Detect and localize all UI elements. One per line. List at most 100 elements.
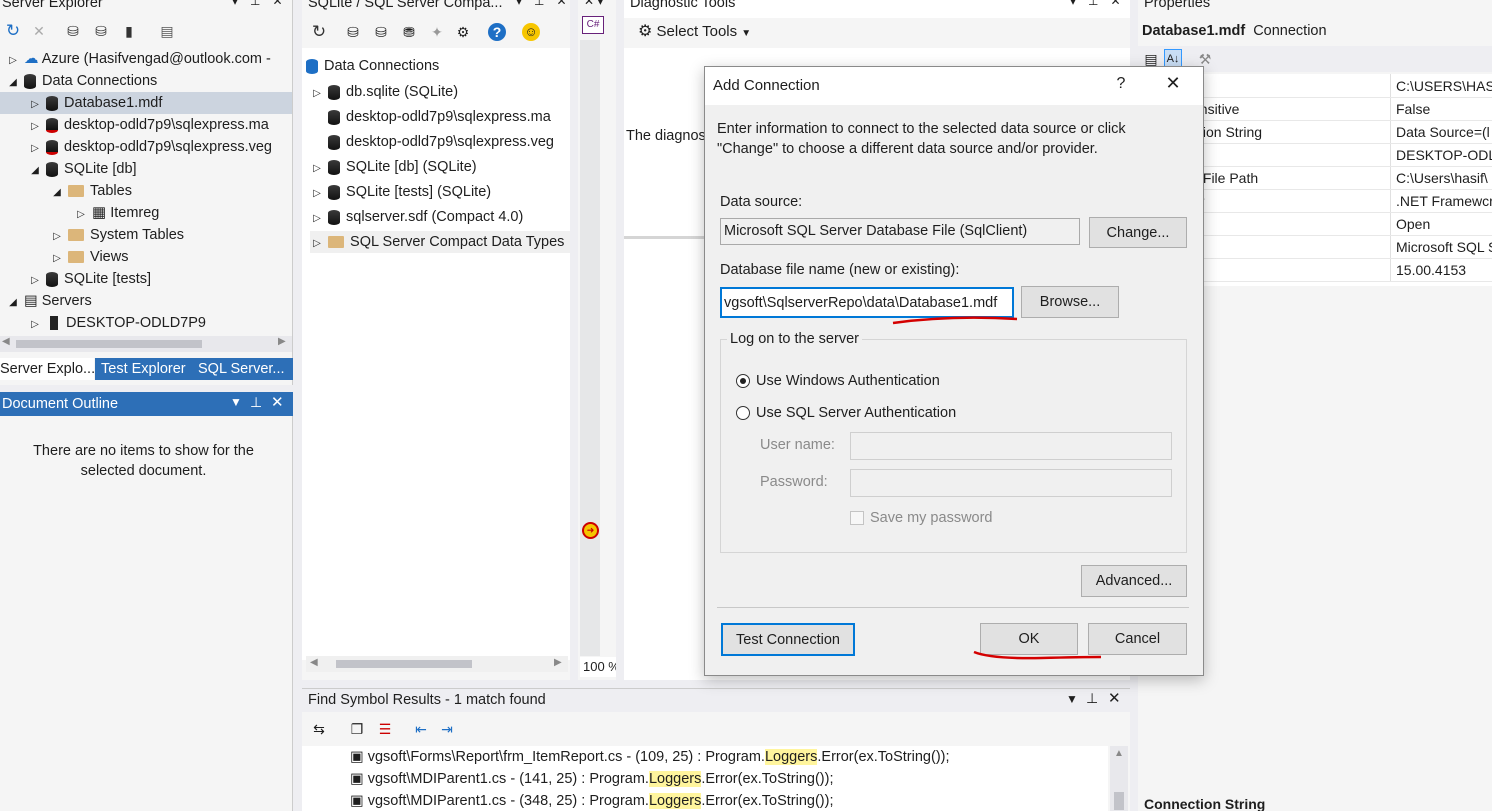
sqlite-item-sqlexpress-veg[interactable]: desktop-odld7p9\sqlexpress.veg (310, 131, 554, 153)
tree-root-data-connections[interactable]: Data Connections (306, 55, 439, 77)
smiley-icon[interactable]: ☺ (522, 23, 540, 41)
close-icon[interactable]: ✕ (1161, 73, 1185, 94)
sql-icon[interactable]: ⛃ (400, 23, 418, 41)
previous-icon[interactable]: ⇤ (412, 720, 430, 738)
pin-icon[interactable]: ⊥ (1086, 690, 1098, 707)
tree-item-database1[interactable]: ▷ Database1.mdf (0, 92, 292, 114)
sql-auth-radio[interactable]: Use SQL Server Authentication (736, 405, 956, 421)
stop-icon[interactable]: ✕ (30, 22, 48, 40)
select-tools-dropdown[interactable]: ⚙ Select Tools ▼ (638, 20, 751, 44)
tree-item-servers[interactable]: ◢ ▤ Servers (6, 290, 92, 312)
clear-icon[interactable]: ☰ (376, 720, 394, 738)
expand-arrow-icon[interactable]: ▷ (6, 50, 20, 72)
horizontal-scrollbar[interactable]: ◀ ▶ (0, 336, 292, 352)
tree-item-tables[interactable]: ◢ Tables (50, 180, 132, 202)
copy-icon[interactable]: ❐ (348, 720, 366, 738)
expand-arrow-icon[interactable]: ▷ (28, 270, 42, 292)
new-connection-icon[interactable]: ✦ (428, 23, 446, 41)
save-password-checkbox[interactable]: Save my password (850, 510, 993, 526)
sqlite-item-sqlite-db[interactable]: ▷ SQLite [db] (SQLite) (310, 156, 476, 180)
password-input[interactable] (850, 469, 1172, 497)
dropdown-icon[interactable]: ▼ (1066, 692, 1078, 706)
tree-item-data-connections[interactable]: ◢ Data Connections (6, 70, 157, 92)
sqlite-item-sqlserver-sdf[interactable]: ▷ sqlserver.sdf (Compact 4.0) (310, 206, 523, 228)
expand-arrow-icon[interactable]: ▷ (310, 208, 324, 230)
tree-item-sqlexpress-ma[interactable]: ▷ desktop-odld7p9\sqlexpress.ma (28, 114, 269, 136)
sqlite-item-compact-data-types[interactable]: ▷ SQL Server Compact Data Types (310, 231, 570, 253)
add-sqlite-icon[interactable]: ⛁ (344, 23, 362, 41)
expand-arrow-icon[interactable]: ▷ (28, 94, 42, 116)
scroll-right-icon[interactable]: ▶ (554, 657, 562, 668)
sql-auth-label: Use SQL Server Authentication (756, 405, 957, 421)
dropdown-icon[interactable]: ▼ (230, 395, 242, 409)
breakpoint-arrow-icon[interactable]: ➜ (582, 522, 599, 539)
sqlite-item-db-sqlite[interactable]: ▷ db.sqlite (SQLite) (310, 81, 458, 103)
scrollbar-thumb[interactable] (16, 340, 202, 348)
go-to-location-icon[interactable]: ⇆ (310, 720, 328, 738)
refresh-icon[interactable]: ↻ (4, 22, 22, 40)
scroll-right-icon[interactable]: ▶ (278, 336, 286, 347)
connect-server-icon[interactable]: ⛁ (92, 22, 110, 40)
collapse-arrow-icon[interactable]: ◢ (50, 182, 64, 204)
data-source-field[interactable]: Microsoft SQL Server Database File (SqlC… (720, 218, 1080, 245)
find-result-row[interactable]: ▣ vgsoft\Forms\Report\frm_ItemReport.cs -… (350, 746, 950, 768)
settings-gear-icon[interactable]: ⚙ (454, 23, 472, 41)
scrollbar-thumb[interactable] (336, 660, 472, 668)
properties-object-selector[interactable]: Database1.mdf Connection (1142, 20, 1327, 42)
scroll-left-icon[interactable]: ◀ (310, 657, 318, 668)
tree-item-desktop-server[interactable]: ▷ DESKTOP-ODLD7P9 (28, 312, 206, 334)
property-value: C:\Users\hasif\ (1396, 170, 1488, 186)
advanced-button[interactable]: Advanced... (1081, 565, 1187, 597)
tree-item-system-tables[interactable]: ▷ System Tables (50, 224, 184, 246)
tree-item-views[interactable]: ▷ Views (50, 246, 128, 268)
tree-item-sqlite-tests[interactable]: ▷ SQLite [tests] (28, 268, 151, 290)
expand-arrow-icon[interactable]: ▷ (310, 83, 324, 105)
windows-auth-radio[interactable]: Use Windows Authentication (736, 373, 940, 389)
refresh-icon[interactable]: ↻ (310, 23, 328, 41)
tab-test-explorer[interactable]: Test Explorer (95, 358, 193, 380)
expand-arrow-icon[interactable]: ▷ (28, 116, 42, 138)
find-result-row[interactable]: ▣ vgsoft\MDIParent1.cs - (141, 25) : Prog… (350, 768, 834, 790)
expand-arrow-icon[interactable]: ▷ (310, 183, 324, 205)
scroll-up-icon[interactable]: ▲ (1114, 748, 1124, 759)
alphabetical-icon[interactable]: A↓ (1164, 49, 1182, 67)
expand-arrow-icon[interactable]: ▷ (310, 158, 324, 180)
sqlite-item-sqlexpress-ma[interactable]: desktop-odld7p9\sqlexpress.ma (310, 106, 551, 128)
test-connection-button[interactable]: Test Connection (721, 623, 855, 656)
collapse-arrow-icon[interactable]: ◢ (6, 72, 20, 94)
add-sqlserver-icon[interactable]: ⛁ (372, 23, 390, 41)
connect-azure-icon[interactable]: ▮ (120, 22, 138, 40)
vertical-scrollbar[interactable]: ▲ (1110, 746, 1128, 811)
tree-item-azure[interactable]: ▷ ☁ Azure (Hasifvengad@outlook.com - (6, 48, 271, 70)
browse-button[interactable]: Browse... (1021, 286, 1119, 318)
user-name-input[interactable] (850, 432, 1172, 460)
horizontal-scrollbar[interactable]: ◀ ▶ (306, 656, 568, 672)
close-icon[interactable]: ✕ (271, 393, 284, 411)
change-button[interactable]: Change... (1089, 217, 1187, 248)
scroll-left-icon[interactable]: ◀ (2, 336, 10, 347)
expand-arrow-icon[interactable]: ▷ (74, 204, 88, 226)
collapse-arrow-icon[interactable]: ◢ (6, 292, 20, 314)
properties-icon[interactable]: ▤ (158, 22, 176, 40)
zoom-level[interactable]: 100 % (580, 657, 616, 677)
find-result-row[interactable]: ▣ vgsoft\MDIParent1.cs - (348, 25) : Prog… (350, 790, 834, 811)
help-button[interactable]: ? (1111, 75, 1131, 93)
tree-item-sqlite-db[interactable]: ◢ SQLite [db] (28, 158, 136, 182)
collapse-arrow-icon[interactable]: ◢ (28, 160, 42, 182)
tab-sql-server[interactable]: SQL Server... (193, 358, 293, 380)
expand-arrow-icon[interactable]: ▷ (28, 314, 42, 336)
pin-icon[interactable]: ⊥ (250, 394, 262, 411)
connect-database-icon[interactable]: ⛁ (64, 22, 82, 40)
tab-server-explorer[interactable]: Server Explo... (0, 358, 94, 380)
close-icon[interactable]: ✕ (1108, 689, 1121, 707)
expand-arrow-icon[interactable]: ▷ (50, 248, 64, 270)
next-icon[interactable]: ⇥ (438, 720, 456, 738)
expand-arrow-icon[interactable]: ▷ (28, 138, 42, 160)
expand-arrow-icon[interactable]: ▷ (310, 233, 324, 255)
tree-item-sqlexpress-veg[interactable]: ▷ desktop-odld7p9\sqlexpress.veg (28, 136, 272, 158)
scrollbar-thumb[interactable] (1114, 792, 1124, 810)
sqlite-item-sqlite-tests[interactable]: ▷ SQLite [tests] (SQLite) (310, 181, 491, 203)
tree-item-itemreg[interactable]: ▷ ▦ Itemreg (74, 202, 159, 224)
expand-arrow-icon[interactable]: ▷ (50, 226, 64, 248)
help-icon[interactable]: ? (488, 23, 506, 41)
